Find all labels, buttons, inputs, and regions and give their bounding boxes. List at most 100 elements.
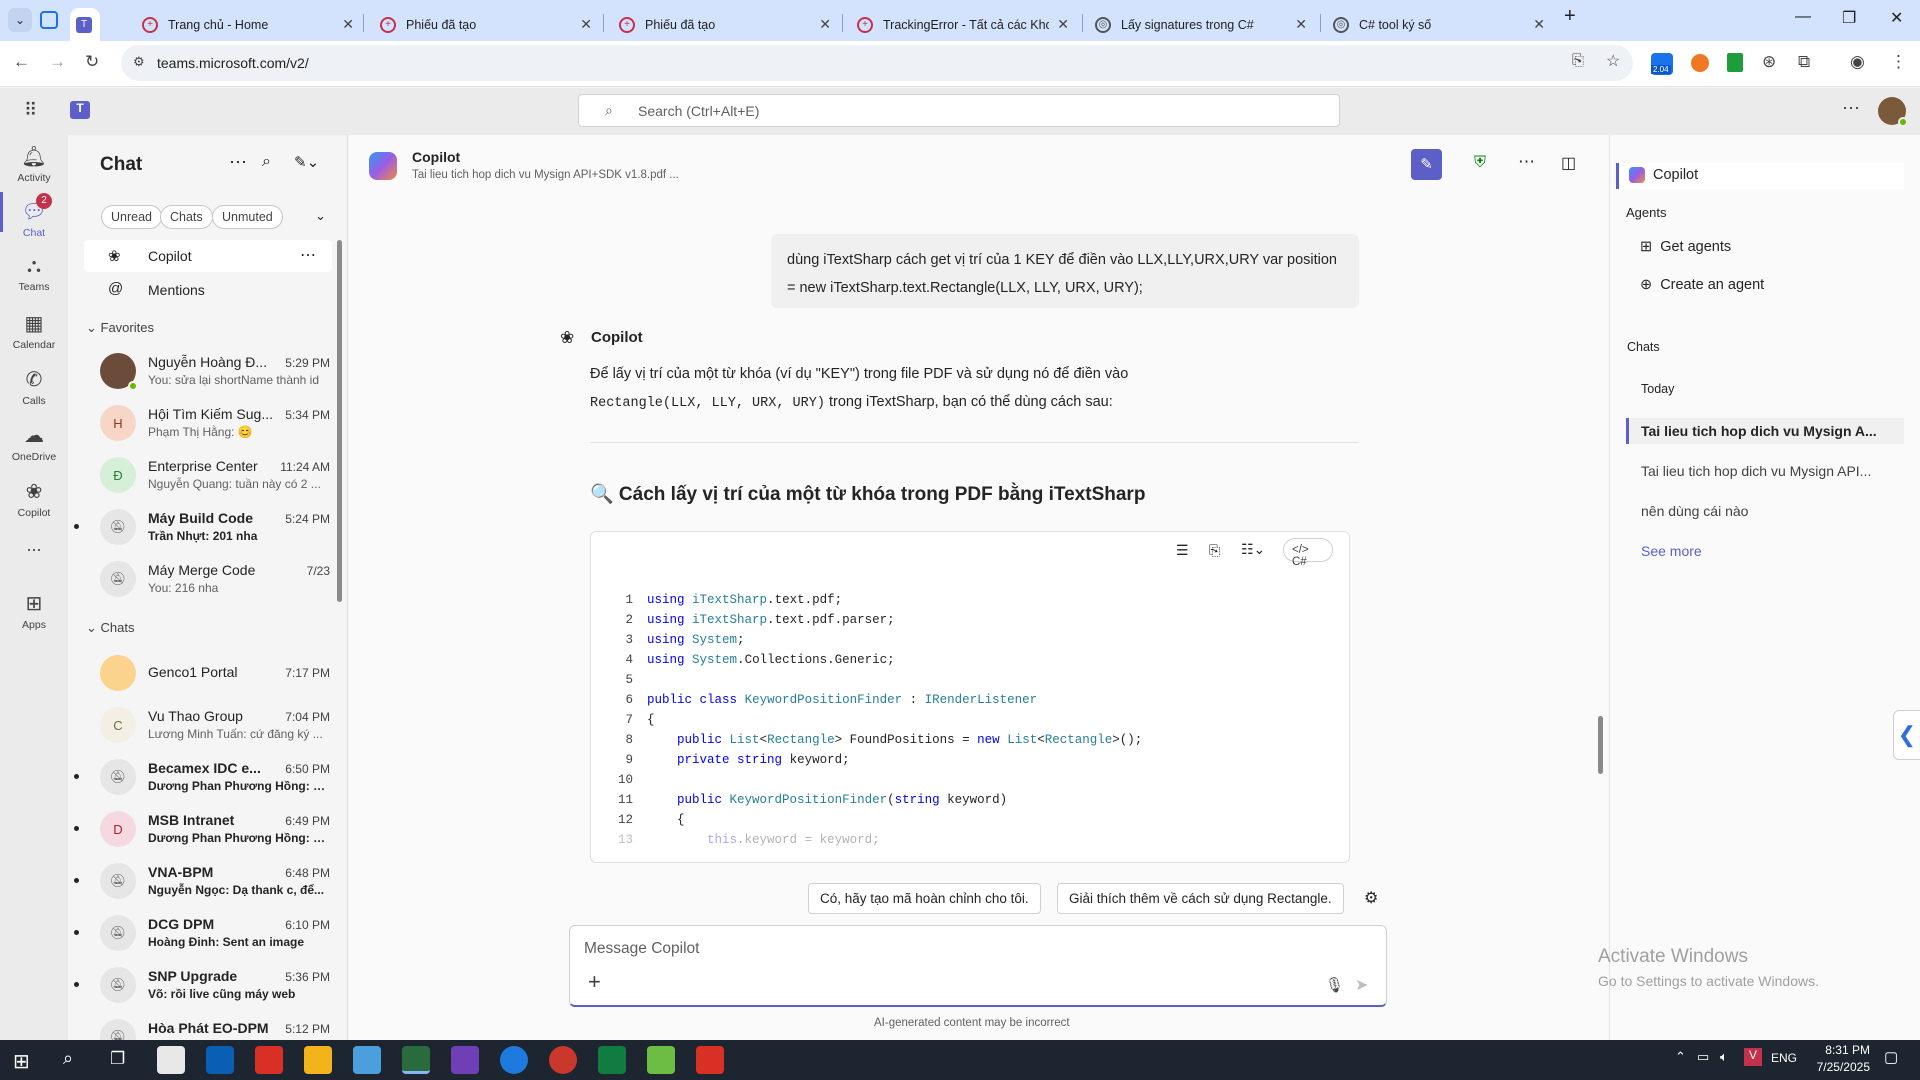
code-language-badge[interactable]: </> C#	[1283, 538, 1333, 568]
preview-icon[interactable]: ☰	[1176, 542, 1189, 559]
extension-icon[interactable]: 2.04	[1651, 53, 1673, 75]
pinned-copilot[interactable]: ❀ Copilot ⋯	[84, 240, 332, 272]
chat-list-item[interactable]: D MSB Intranet 6:49 PM Dương Phan Phương…	[74, 804, 340, 854]
chat-list-item[interactable]: C Vu Thao Group 7:04 PM Lương Minh Tuấn:…	[82, 700, 340, 750]
tray-chevron-icon[interactable]: ⌃	[1675, 1049, 1686, 1065]
conversation-scrollbar[interactable]	[1598, 716, 1603, 774]
close-tab-icon[interactable]: ✕	[819, 16, 831, 33]
browser-tab[interactable]: + Phiếu đã tạo ✕	[370, 8, 600, 41]
close-window-icon[interactable]: ✕	[1890, 8, 1903, 28]
prompts-icon[interactable]: ⚙	[1364, 888, 1378, 908]
conversation-subtitle[interactable]: Tai lieu tich hop dich vu Mysign API+SDK…	[412, 169, 679, 181]
close-tab-icon[interactable]: ✕	[342, 16, 354, 33]
back-icon[interactable]: ←	[13, 52, 30, 72]
rail-more[interactable]: ...	[0, 535, 68, 556]
expand-side-panel-icon[interactable]: ❮	[1893, 710, 1920, 760]
address-bar[interactable]: ⚙ teams.microsoft.com/v2/ ⎘ ☆	[121, 45, 1633, 81]
clock-date[interactable]: 7/25/2025	[1806, 1060, 1870, 1074]
rail-chat[interactable]: 💬︎ Chat 2	[0, 193, 68, 239]
app-icon[interactable]	[500, 1046, 528, 1074]
rail-calendar[interactable]: ▦ Calendar	[0, 311, 68, 351]
chat-list-scrollbar[interactable]	[337, 240, 342, 602]
browser-tab[interactable]: ◎ C# tool ký số ✕	[1323, 8, 1553, 41]
browser-menu-icon[interactable]: ⋮	[1890, 52, 1907, 72]
history-item[interactable]: Tai lieu tich hop dich vu Mysign API...	[1641, 463, 1891, 479]
chevron-down-icon[interactable]: ⌄	[315, 208, 326, 224]
user-avatar[interactable]	[1878, 97, 1908, 127]
profile-icon[interactable]: ◉	[1850, 52, 1865, 72]
see-more-link[interactable]: See more	[1641, 543, 1702, 559]
chat-list-item[interactable]: Đ Enterprise Center 11:24 AM Nguyễn Quan…	[82, 450, 340, 500]
close-tab-icon[interactable]: ✕	[580, 16, 592, 33]
toggle-side-pane-icon[interactable]: ◫	[1561, 153, 1576, 173]
favorites-header[interactable]: ⌄ Favorites	[86, 320, 154, 336]
rail-teams[interactable]: ⛬ Teams	[0, 255, 68, 293]
rail-onedrive[interactable]: ☁ OneDrive	[0, 423, 68, 463]
chat-list-item[interactable]: 🔕︎ Máy Merge Code 7/23 You: 216 nha	[82, 554, 340, 604]
settings-sliders-icon[interactable]: ☷⌄	[1241, 541, 1265, 558]
url-text[interactable]: teams.microsoft.com/v2/	[157, 55, 309, 71]
browser-tab[interactable]: + Trang chủ - Home ✕	[132, 8, 362, 41]
create-agent-item[interactable]: ⊕ Create an agent	[1640, 277, 1764, 293]
tab-search-icon[interactable]: ⌄	[8, 8, 32, 32]
suggestion-chip[interactable]: Có, hãy tạo mã hoàn chỉnh cho tôi.	[808, 883, 1041, 914]
tab-teams[interactable]: T	[70, 8, 100, 41]
close-tab-icon[interactable]: ✕	[1533, 16, 1545, 33]
new-chat-button[interactable]: ✎	[1411, 149, 1442, 180]
app-icon[interactable]	[353, 1046, 381, 1074]
close-tab-icon[interactable]: ✕	[1295, 16, 1307, 33]
more-options-icon[interactable]: ⋯	[1842, 98, 1860, 119]
app-icon[interactable]	[255, 1046, 283, 1074]
search-icon[interactable]: ⌕	[262, 153, 271, 171]
copilot-nav-item[interactable]: Copilot	[1616, 163, 1904, 189]
extension-icon[interactable]	[1727, 53, 1743, 72]
clock-time[interactable]: 8:31 PM	[1820, 1043, 1870, 1057]
filter-unread[interactable]: Unread	[101, 205, 162, 229]
chat-list-item[interactable]: Nguyễn Hoàng Đ... 5:29 PM You: sửa lại s…	[82, 346, 340, 396]
browser-tab[interactable]: + Phiếu đã tạo ✕	[609, 8, 839, 41]
reload-icon[interactable]: ↻	[85, 52, 99, 72]
chat-list-item[interactable]: 🔕︎ Hòa Phát EO-DPM 5:12 PM	[82, 1012, 340, 1040]
message-input[interactable]: Message Copilot + 🎙︎ ➤	[569, 925, 1387, 1007]
extension-icon[interactable]: ⊛	[1762, 52, 1776, 72]
chat-list-item[interactable]: 🔕︎ SNP Upgrade 5:36 PM Võ: rồi live cũng…	[74, 960, 340, 1010]
search-input[interactable]: ⌕ Search (Ctrl+Alt+E)	[578, 94, 1340, 127]
outlook-icon[interactable]	[206, 1046, 234, 1074]
rail-apps[interactable]: ⊞ Apps	[0, 591, 68, 631]
history-item[interactable]: nên dùng cái nào	[1641, 503, 1748, 519]
filter-chats[interactable]: Chats	[160, 205, 213, 229]
send-icon[interactable]: ➤	[1355, 975, 1368, 995]
extensions-puzzle-icon[interactable]: ⧉	[1798, 52, 1810, 72]
rail-copilot[interactable]: ❀ Copilot	[0, 479, 68, 519]
network-icon[interactable]: ▭	[1697, 1049, 1709, 1065]
chat-list-item[interactable]: 🔕︎ Máy Build Code 5:24 PM Trần Nhựt: 201…	[74, 502, 340, 552]
new-chat-icon[interactable]: ✎⌄	[294, 153, 319, 171]
restore-icon[interactable]: ❐	[1842, 8, 1856, 28]
notifications-icon[interactable]: ▢	[1884, 1048, 1898, 1066]
rail-activity[interactable]: 🔔︎ Activity	[0, 144, 68, 184]
site-info-icon[interactable]: ⚙	[133, 54, 145, 70]
suggestion-chip[interactable]: Giải thích thêm về cách sử dụng Rectangl…	[1057, 883, 1344, 914]
bookmark-star-icon[interactable]: ☆	[1606, 51, 1620, 71]
history-item-active[interactable]: Tai lieu tich hop dich vu Mysign A...	[1626, 418, 1904, 444]
close-tab-icon[interactable]: ✕	[1057, 16, 1069, 33]
app-launcher-icon[interactable]: ⠿	[24, 100, 37, 121]
forward-icon[interactable]: →	[49, 52, 66, 72]
app-icon[interactable]	[647, 1046, 675, 1074]
chats-header[interactable]: ⌄ Chats	[86, 620, 134, 636]
visual-studio-icon[interactable]	[451, 1046, 479, 1074]
task-view-icon[interactable]: ❐	[110, 1049, 125, 1069]
notion-icon[interactable]	[157, 1046, 185, 1074]
more-options-icon[interactable]: ⋯	[300, 245, 316, 265]
minimize-icon[interactable]: —	[1795, 8, 1811, 26]
tray-app-icon[interactable]: V	[1744, 1048, 1762, 1066]
more-options-icon[interactable]: ⋯	[229, 152, 247, 173]
copy-icon[interactable]: ⎘	[1209, 542, 1220, 559]
excel-icon[interactable]	[598, 1046, 626, 1074]
file-explorer-icon[interactable]	[304, 1046, 332, 1074]
new-tab-icon[interactable]: +	[1564, 5, 1576, 28]
add-attachment-icon[interactable]: +	[588, 969, 601, 995]
chrome-icon[interactable]	[402, 1046, 430, 1074]
more-options-icon[interactable]: ⋯	[1518, 152, 1535, 172]
chat-list-item[interactable]: H Hội Tìm Kiếm Sug... 5:34 PM Phạm Thị H…	[82, 398, 340, 448]
